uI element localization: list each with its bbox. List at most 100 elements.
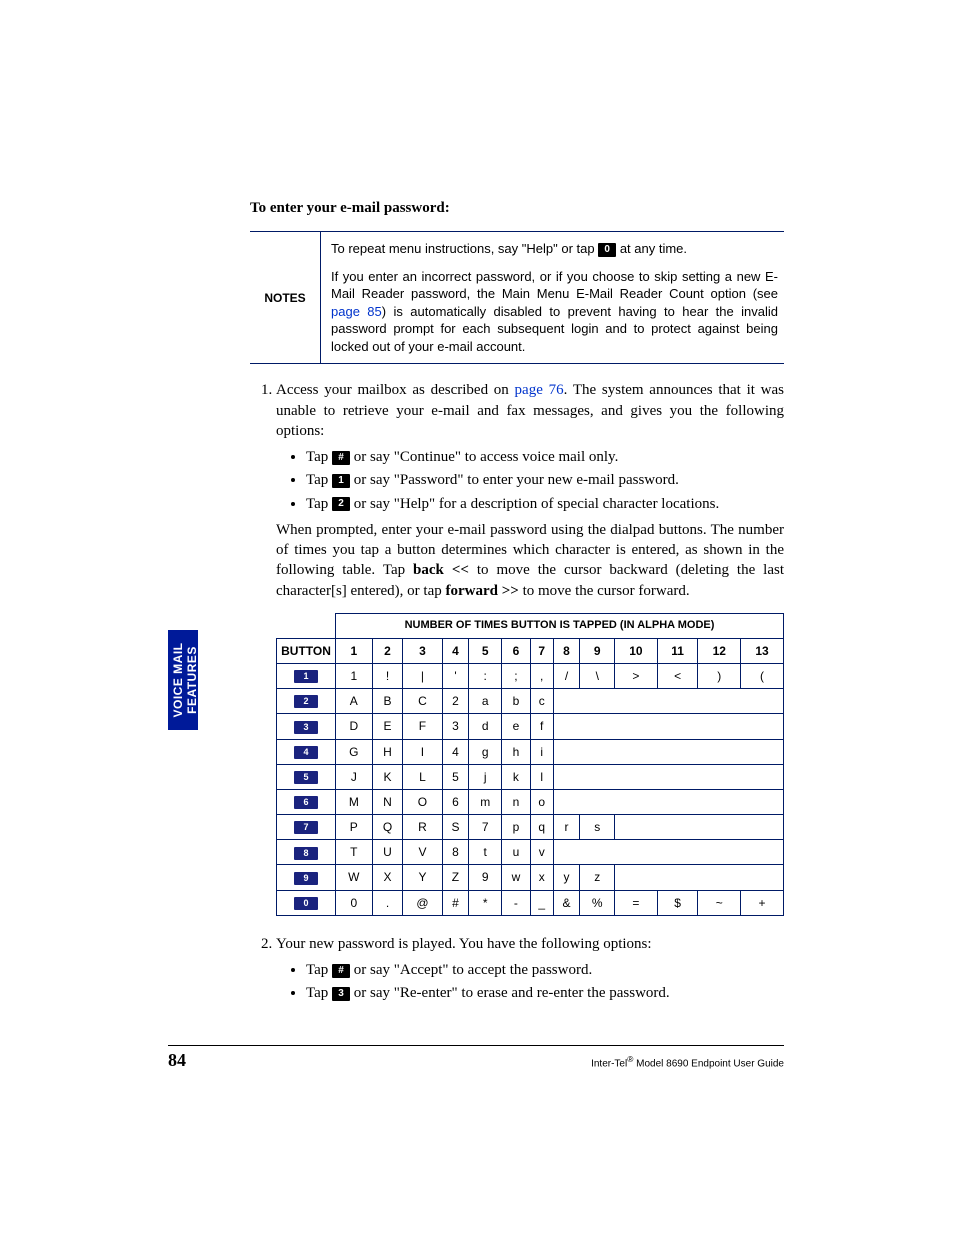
text: to move the cursor forward. (519, 583, 690, 599)
step2-bullet-2: Tap 3 or say "Re-enter" to erase and re-… (306, 983, 784, 1003)
notes-box: NOTES To repeat menu instructions, say "… (250, 231, 784, 364)
char-cell: m (469, 789, 502, 814)
char-cell: < (657, 663, 698, 688)
footer-guide: Inter-Tel® Model 8690 Endpoint User Guid… (591, 1054, 784, 1069)
empty-cell (553, 789, 783, 814)
col-header: 2 (372, 638, 403, 663)
char-cell: T (336, 840, 373, 865)
keycap-9-icon: 9 (294, 872, 318, 885)
char-cell: k (502, 764, 531, 789)
page-heading: To enter your e-mail password: (250, 200, 784, 217)
button-cell: 1 (277, 663, 336, 688)
char-cell: . (372, 890, 403, 915)
char-cell: > (615, 663, 658, 688)
char-cell: N (372, 789, 403, 814)
empty-cell (553, 764, 783, 789)
button-cell: 6 (277, 789, 336, 814)
notes-label: NOTES (250, 232, 321, 363)
char-cell: | (403, 663, 442, 688)
char-cell: K (372, 764, 403, 789)
char-cell: D (336, 714, 373, 739)
keycap-hash-icon: # (332, 964, 350, 978)
col-header: 8 (553, 638, 580, 663)
col-header: 5 (469, 638, 502, 663)
button-cell: 8 (277, 840, 336, 865)
table-row: 6MNO6mno (277, 789, 784, 814)
char-cell: 2 (442, 689, 469, 714)
text: Tap (306, 962, 332, 978)
button-cell: 2 (277, 689, 336, 714)
footer: 84 Inter-Tel® Model 8690 Endpoint User G… (168, 1045, 784, 1071)
char-cell: G (336, 739, 373, 764)
char-cell: ( (741, 663, 784, 688)
keycap-5-icon: 5 (294, 771, 318, 784)
char-cell: E (372, 714, 403, 739)
char-cell: C (403, 689, 442, 714)
table-row: 00.@#*-_&%=$~+ (277, 890, 784, 915)
char-cell: / (553, 663, 580, 688)
step1-intro-a: Access your mailbox as described on (276, 382, 515, 398)
char-cell: W (336, 865, 373, 890)
step2-bullets: Tap # or say "Accept" to accept the pass… (276, 960, 784, 1004)
char-cell: ! (372, 663, 403, 688)
keycap-4-icon: 4 (294, 746, 318, 759)
col-header: 11 (657, 638, 698, 663)
text: Tap (306, 496, 332, 512)
col-header: 10 (615, 638, 658, 663)
side-tab-line1: VOICE MAIL (171, 643, 185, 718)
keycap-1-icon: 1 (332, 474, 350, 488)
char-cell: 1 (336, 663, 373, 688)
char-cell: ~ (698, 890, 741, 915)
page-number: 84 (168, 1050, 186, 1071)
step1-bullet-1: Tap # or say "Continue" to access voice … (306, 447, 784, 467)
char-cell: 7 (469, 815, 502, 840)
char-cell: X (372, 865, 403, 890)
link-page-85[interactable]: page 85 (331, 304, 382, 319)
char-cell: v (530, 840, 553, 865)
char-cell: $ (657, 890, 698, 915)
side-tab: VOICE MAIL FEATURES (168, 630, 198, 730)
char-cell: 3 (442, 714, 469, 739)
steps-list: Access your mailbox as described on page… (250, 380, 784, 1003)
char-cell: B (372, 689, 403, 714)
char-cell: Z (442, 865, 469, 890)
notes-p1a: To repeat menu instructions, say "Help" … (331, 241, 598, 256)
text: Tap (306, 472, 332, 488)
char-cell: - (502, 890, 531, 915)
char-cell: L (403, 764, 442, 789)
char-cell: S (442, 815, 469, 840)
char-cell: : (469, 663, 502, 688)
table-top-header: NUMBER OF TIMES BUTTON IS TAPPED (IN ALP… (336, 613, 784, 638)
keycap-0-icon: 0 (294, 897, 318, 910)
char-cell: d (469, 714, 502, 739)
col-header: 3 (403, 638, 442, 663)
char-cell: x (530, 865, 553, 890)
char-cell: q (530, 815, 553, 840)
char-cell: w (502, 865, 531, 890)
char-cell: e (502, 714, 531, 739)
text: or say "Continue" to access voice mail o… (350, 449, 618, 465)
link-page-76[interactable]: page 76 (515, 382, 564, 398)
table-row: 11!|':;,/\><)( (277, 663, 784, 688)
char-cell: O (403, 789, 442, 814)
step2-bullet-1: Tap # or say "Accept" to accept the pass… (306, 960, 784, 980)
text: Tap (306, 449, 332, 465)
table-row: 8TUV8tuv (277, 840, 784, 865)
text: or say "Re-enter" to erase and re-enter … (350, 985, 670, 1001)
char-cell: ; (502, 663, 531, 688)
keycap-3-icon: 3 (332, 987, 350, 1001)
table-row: 4GHI4ghi (277, 739, 784, 764)
char-cell: V (403, 840, 442, 865)
table-header-row: BUTTON 1 2 3 4 5 6 7 8 9 10 11 12 13 (277, 638, 784, 663)
col-header: 6 (502, 638, 531, 663)
step-2: Your new password is played. You have th… (276, 934, 784, 1004)
char-cell: = (615, 890, 658, 915)
char-cell: n (502, 789, 531, 814)
button-cell: 3 (277, 714, 336, 739)
col-header: 9 (580, 638, 615, 663)
char-cell: I (403, 739, 442, 764)
char-cell: ' (442, 663, 469, 688)
char-cell: a (469, 689, 502, 714)
keycap-2-icon: 2 (332, 497, 350, 511)
char-table: NUMBER OF TIMES BUTTON IS TAPPED (IN ALP… (276, 613, 784, 916)
